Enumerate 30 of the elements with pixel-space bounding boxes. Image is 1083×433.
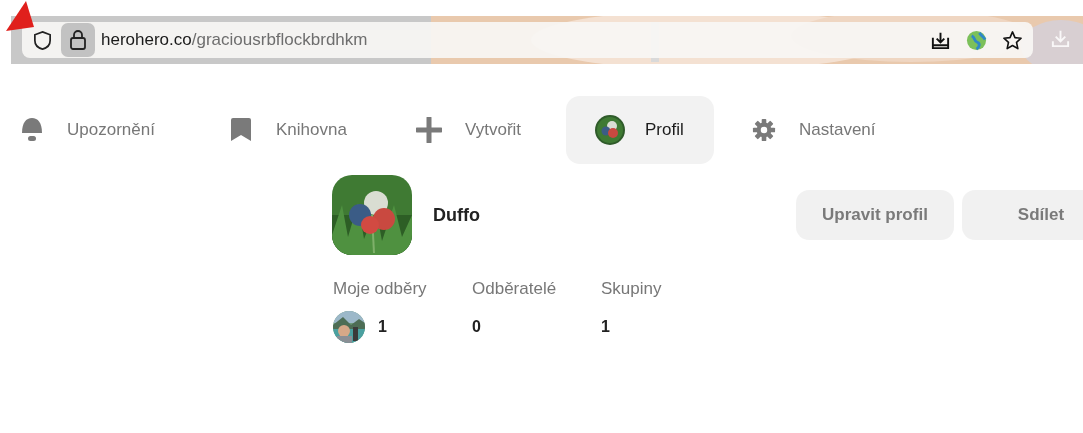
nav-label[interactable]: Vytvořit: [465, 120, 522, 140]
pointer-arrow-icon: [6, 1, 34, 31]
bell-icon: [20, 117, 44, 143]
stat-label[interactable]: Skupiny: [601, 279, 721, 299]
settings-icon: [752, 117, 776, 143]
nav-item[interactable]: Upozornění: [20, 117, 155, 143]
stat-label[interactable]: Moje odběry: [333, 279, 472, 299]
stat-label[interactable]: Odběratelé: [472, 279, 601, 299]
nav-item[interactable]: Profil: [566, 96, 714, 164]
plus-icon: [416, 117, 442, 143]
edit-profile-button[interactable]: Upravit profil: [796, 190, 954, 240]
nav-item[interactable]: Nastavení: [752, 117, 876, 143]
star-icon[interactable]: [1002, 29, 1023, 51]
stat-value: 0: [472, 318, 481, 336]
nav-label[interactable]: Profil: [645, 120, 684, 140]
nav-item[interactable]: Vytvořit: [416, 117, 522, 143]
share-button[interactable]: Sdílet: [962, 190, 1083, 240]
stat-value: 1: [378, 318, 387, 336]
globe-icon[interactable]: [966, 29, 987, 51]
shield-icon[interactable]: [32, 29, 53, 51]
address-bar[interactable]: herohero.co/graciousrbflockbrdhkm: [22, 22, 1033, 58]
lock-icon[interactable]: [61, 23, 95, 57]
nav-label[interactable]: Upozornění: [67, 120, 155, 140]
nav-label[interactable]: Nastavení: [799, 120, 876, 140]
bookmark-icon: [229, 117, 253, 143]
nav-label[interactable]: Knihovna: [276, 120, 347, 140]
nav-item[interactable]: Knihovna: [229, 117, 347, 143]
stat-value: 1: [601, 318, 610, 336]
profile-name: Duffo: [433, 204, 480, 226]
url-text[interactable]: herohero.co/graciousrbflockbrdhkm: [101, 30, 368, 50]
